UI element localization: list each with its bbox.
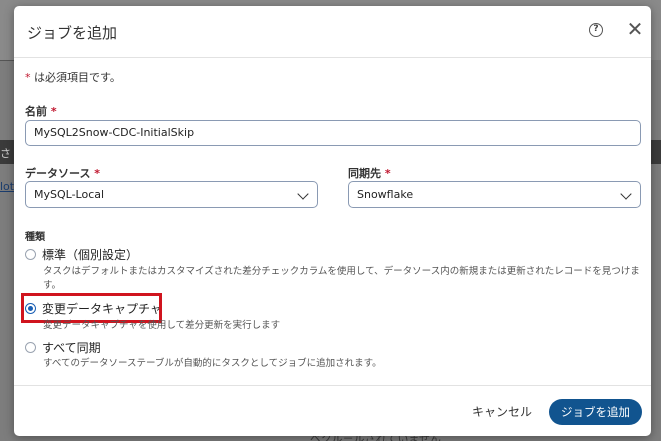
required-note: * は必須項目です。 bbox=[25, 71, 121, 84]
question-circle-icon[interactable]: ? bbox=[589, 23, 603, 37]
sync-target-label: 同期先 * bbox=[348, 167, 391, 180]
name-label: 名前 * bbox=[25, 105, 57, 118]
chevron-down-icon bbox=[297, 188, 309, 200]
type-label: 種類 bbox=[25, 232, 45, 243]
dialog-header: ジョブを追加 ? ✕ bbox=[14, 6, 651, 58]
close-icon[interactable]: ✕ bbox=[625, 18, 645, 40]
cancel-button[interactable]: キャンセル bbox=[472, 403, 532, 420]
background-text: さ bbox=[0, 147, 11, 160]
radio-standard[interactable]: 標準（個別設定） bbox=[25, 246, 138, 263]
background-divider bbox=[0, 60, 14, 61]
name-input[interactable]: MySQL2Snow-CDC-InitialSkip bbox=[25, 120, 641, 146]
background-link[interactable]: lot bbox=[0, 180, 14, 193]
add-job-dialog: ジョブを追加 ? ✕ * は必須項目です。 名前 * MySQL2Snow-CD… bbox=[14, 6, 651, 436]
radio-cdc-description: 変更データキャプチャを使用して差分更新を実行します bbox=[43, 320, 281, 331]
sync-target-select[interactable]: Snowflake bbox=[348, 181, 641, 208]
add-job-button[interactable]: ジョブを追加 bbox=[549, 399, 642, 425]
dialog-title: ジョブを追加 bbox=[27, 24, 118, 42]
radio-sync-all-description: すべてのデータソーステーブルが自動的にタスクとしてジョブに追加されます。 bbox=[43, 358, 382, 369]
dialog-footer: キャンセル ジョブを追加 bbox=[14, 385, 651, 436]
radio-button[interactable] bbox=[25, 249, 36, 260]
datasource-label: データソース * bbox=[25, 167, 101, 180]
radio-standard-description: タスクはデフォルトまたはカスタマイズされた差分チェックカラムを使用して、データソ… bbox=[43, 266, 640, 291]
radio-button[interactable] bbox=[25, 342, 36, 353]
datasource-select[interactable]: MySQL-Local bbox=[25, 181, 318, 208]
chevron-down-icon bbox=[620, 188, 632, 200]
radio-sync-all[interactable]: すべて同期 bbox=[25, 339, 101, 356]
